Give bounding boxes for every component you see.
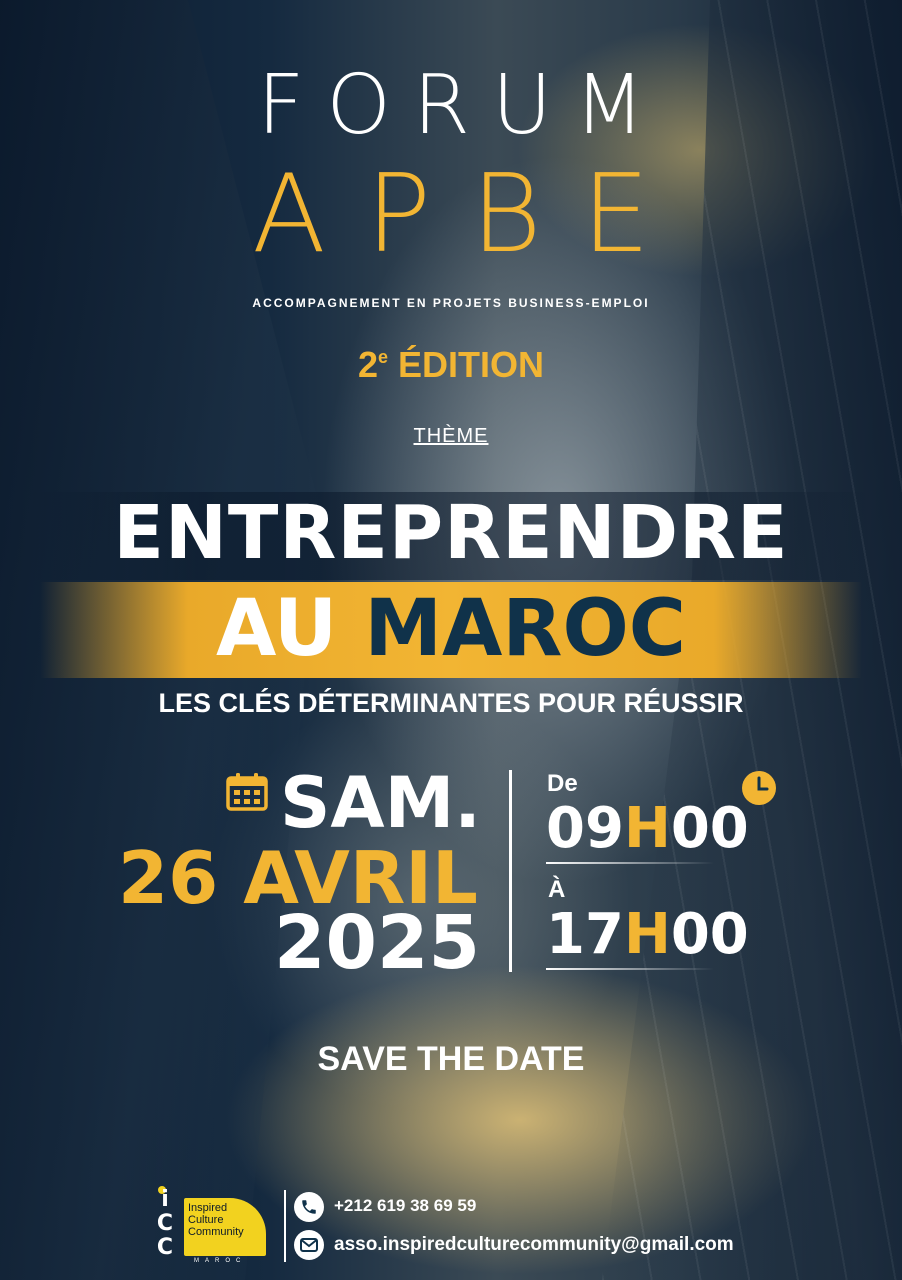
title-forum: FORUM xyxy=(257,58,667,153)
contact-phone[interactable]: +212 619 38 69 59 xyxy=(334,1196,476,1216)
theme-line-entreprendre: ENTREPRENDRE xyxy=(113,490,789,576)
time-end-min: 00 xyxy=(670,902,749,967)
theme-label: THÈME xyxy=(413,425,489,447)
time-start-hour: 09 xyxy=(546,796,624,861)
logo-letter-c2: C xyxy=(156,1235,174,1260)
edition-number: 2 xyxy=(357,344,378,385)
edition-word: ÉDITION xyxy=(398,344,545,385)
event-poster: FORUM APBE ACCOMPAGNEMENT EN PROJETS BUS… xyxy=(0,0,902,1280)
contact-email[interactable]: asso.inspiredculturecommunity@gmail.com xyxy=(334,1234,734,1256)
logo-text-inspired: Inspired xyxy=(188,1202,228,1214)
theme-word-au: AU xyxy=(215,584,338,674)
event-weekday: SAM. xyxy=(280,762,481,844)
time-start-h: H xyxy=(623,796,671,861)
logo-letters: i C C xyxy=(150,1188,180,1260)
phone-icon xyxy=(294,1192,324,1222)
forum-subtitle: ACCOMPAGNEMENT EN PROJETS BUSINESS-EMPLO… xyxy=(252,296,650,310)
calendar-icon xyxy=(226,773,268,811)
edition-label: 2e ÉDITION xyxy=(0,344,902,386)
time-end-hour: 17 xyxy=(546,902,624,967)
time-to-label: À xyxy=(548,876,566,903)
time-from-label: De xyxy=(547,770,578,797)
date-time-divider xyxy=(509,770,512,972)
event-year: 2025 xyxy=(274,900,480,986)
logo-text-culture: Culture xyxy=(188,1214,224,1226)
envelope-icon xyxy=(294,1230,324,1260)
edition-suffix: e xyxy=(377,347,388,367)
time-start: 09H00 xyxy=(546,796,749,861)
save-the-date: SAVE THE DATE xyxy=(317,1040,585,1078)
theme-tagline: LES CLÉS DÉTERMINANTES POUR RÉUSSIR xyxy=(158,688,744,718)
time-end: 17H00 xyxy=(546,902,749,967)
time-end-h: H xyxy=(623,902,671,967)
logo-country: MAROC xyxy=(194,1258,247,1264)
logo-letter-c1: C xyxy=(156,1211,174,1236)
logo-text-community: Community xyxy=(188,1226,244,1238)
icc-logo: i C C Inspired Culture Community MAROC xyxy=(150,1186,272,1268)
title-apbe: APBE xyxy=(252,152,690,277)
theme-word-maroc: MAROC xyxy=(364,584,687,674)
theme-line-au-maroc: AU MAROC xyxy=(0,584,902,674)
time-end-underline xyxy=(546,968,714,970)
logo-letter-i: i xyxy=(161,1187,169,1212)
contact-divider xyxy=(284,1190,286,1262)
logo-text: Inspired Culture Community xyxy=(188,1202,244,1238)
time-start-underline xyxy=(546,862,714,864)
time-start-min: 00 xyxy=(670,796,749,861)
